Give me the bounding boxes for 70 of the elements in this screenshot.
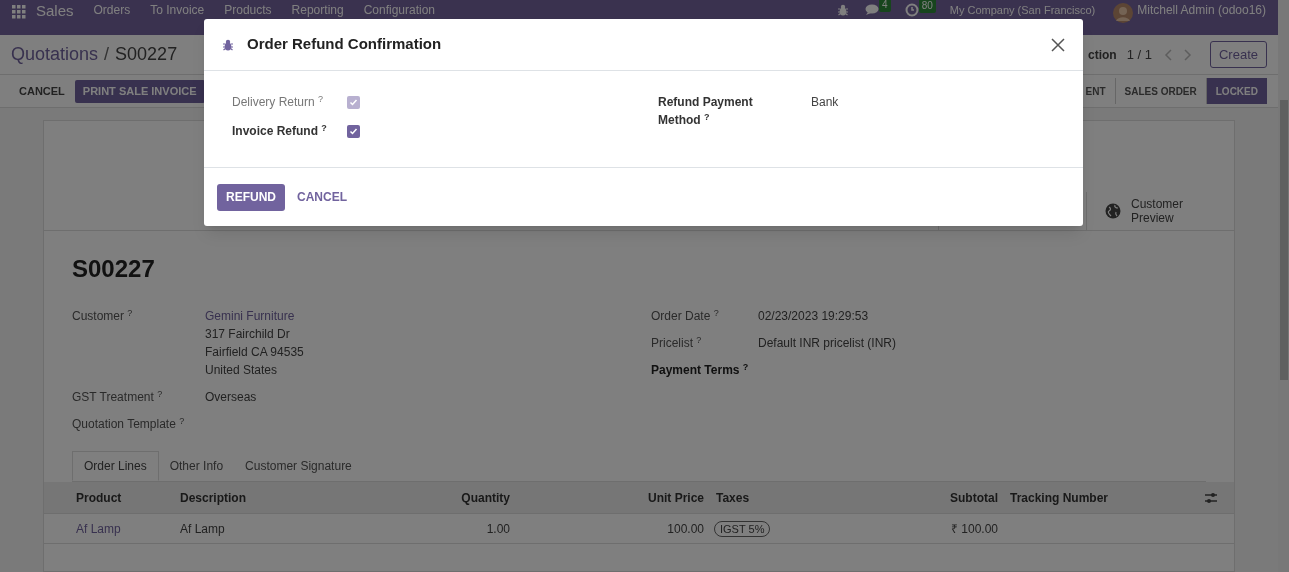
action-menu[interactable]: ction [1088,45,1117,64]
action-button[interactable]: CANCEL [11,79,73,103]
count-badge: 4 [879,0,891,12]
table-cell-text: ₹ 100.00 [949,520,999,538]
column-header: Description [179,489,247,507]
settings-icon [1205,491,1217,504]
menu-item[interactable]: Orders [93,3,131,18]
field-value: Fairfield CA 94535 [205,344,304,361]
menu-item[interactable]: Products [224,3,272,18]
create-button[interactable]: Create [1209,41,1267,68]
table-cell-text: 100.00 [666,520,705,538]
field-value: Overseas [205,389,257,406]
menu-item[interactable]: Configuration [363,3,436,18]
dialog-button[interactable]: CANCEL [288,183,356,211]
column-header: Product [75,489,123,507]
field-value: Default INR pricelist (INR) [758,335,897,352]
check-icon [349,126,358,136]
table-cell-text: Af Lamp [179,520,226,538]
field-label: Pricelist $^{?}$ [651,334,703,352]
app-grid-icon [12,5,26,19]
dialog-button[interactable]: REFUND [217,183,285,211]
bug-icon [222,37,234,52]
clock-icon [904,3,919,17]
field-label: Refund Payment Method $^{?}$ [658,94,754,129]
preview-button[interactable]: Customer Preview [1086,192,1234,230]
chat-icon [865,3,880,15]
field-label: Order Date $^{?}$ [651,307,720,325]
field-label: Quotation Template $^{?}$ [72,415,186,433]
column-header: Taxes [715,489,751,507]
record-title: S00227 [72,254,156,284]
field-value: 317 Fairchild Dr [205,326,291,343]
count-badge: 80 [918,0,936,13]
tab[interactable]: Customer Signature [234,451,363,481]
column-header: Unit Price [647,489,705,507]
field-label: Payment Terms $^{?}$ [651,361,750,379]
breadcrumb-separator: / [104,43,110,66]
field-value: Bank [811,94,839,111]
checkbox[interactable] [347,124,360,138]
field-label: Customer $^{?}$ [72,307,134,325]
close-icon[interactable] [1051,37,1065,52]
field-label: Invoice Refund $^{?}$ [232,122,328,140]
status-step[interactable]: LOCKED [1206,78,1267,104]
globe-icon [1105,203,1121,219]
status-step[interactable]: SALES ORDER [1115,78,1207,104]
menu-item[interactable]: Reporting [291,3,344,18]
previous-icon [1163,48,1174,61]
bug-icon [837,3,850,17]
field-label: GST Treatment $^{?}$ [72,388,164,406]
company-name[interactable]: My Company (San Francisco) [949,3,1096,18]
action-button[interactable]: PRINT SALE INVOICE [74,79,205,103]
menu-item[interactable]: To Invoice [150,3,205,18]
field-link[interactable]: Gemini Furniture [205,307,304,325]
column-header: Tracking Number [1009,489,1110,507]
field-value: 02/23/2023 19:29:53 [758,308,869,325]
product-link[interactable]: Af Lamp [44,519,174,538]
breadcrumb-item: S00227 [115,43,178,66]
field-label: Delivery Return $^{?}$ [232,93,325,111]
dialog-title: Order Refund Confirmation [247,34,443,55]
pager-value: 1 / 1 [1126,45,1152,64]
table-cell-text: 1.00 [485,520,511,538]
tab[interactable]: Other Info [158,451,235,481]
breadcrumb-item[interactable]: Quotations [11,41,99,68]
avatar-icon [1113,3,1134,23]
tab[interactable]: Order Lines [72,451,159,481]
column-header: Quantity [460,489,511,507]
column-header: Subtotal [949,489,999,507]
field-value: United States [205,362,279,379]
app-name[interactable]: Sales [36,3,74,19]
next-icon [1181,48,1192,61]
user-name[interactable]: Mitchell Admin (odoo16) [1137,3,1266,18]
